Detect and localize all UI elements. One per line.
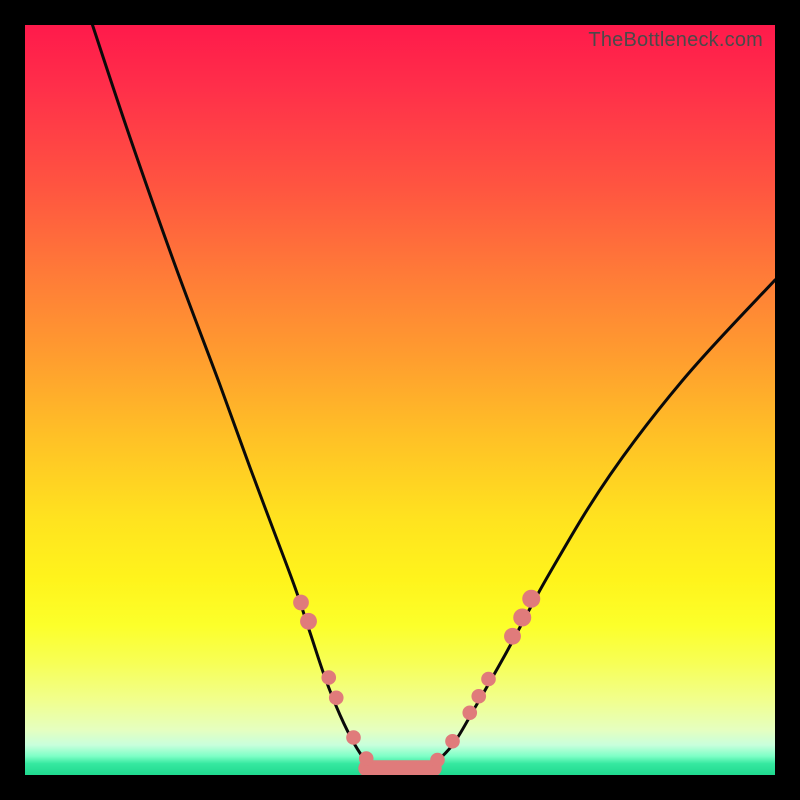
curve-marker bbox=[445, 734, 460, 749]
chart-frame: TheBottleneck.com bbox=[0, 0, 800, 800]
curve-marker bbox=[462, 705, 477, 720]
bottleneck-curve bbox=[25, 25, 775, 775]
curve-marker bbox=[359, 751, 374, 766]
plot-area: TheBottleneck.com bbox=[25, 25, 775, 775]
watermark-text: TheBottleneck.com bbox=[588, 29, 763, 52]
curve-path bbox=[93, 25, 776, 772]
curve-marker bbox=[513, 609, 531, 627]
curve-marker bbox=[522, 590, 540, 608]
curve-marker bbox=[300, 613, 317, 630]
curve-marker bbox=[481, 672, 496, 687]
curve-marker bbox=[321, 670, 336, 685]
curve-marker bbox=[430, 753, 445, 768]
curve-marker bbox=[471, 689, 486, 704]
curve-marker bbox=[293, 595, 309, 611]
curve-marker bbox=[329, 690, 344, 705]
curve-marker bbox=[504, 628, 521, 645]
curve-marker bbox=[346, 730, 361, 745]
